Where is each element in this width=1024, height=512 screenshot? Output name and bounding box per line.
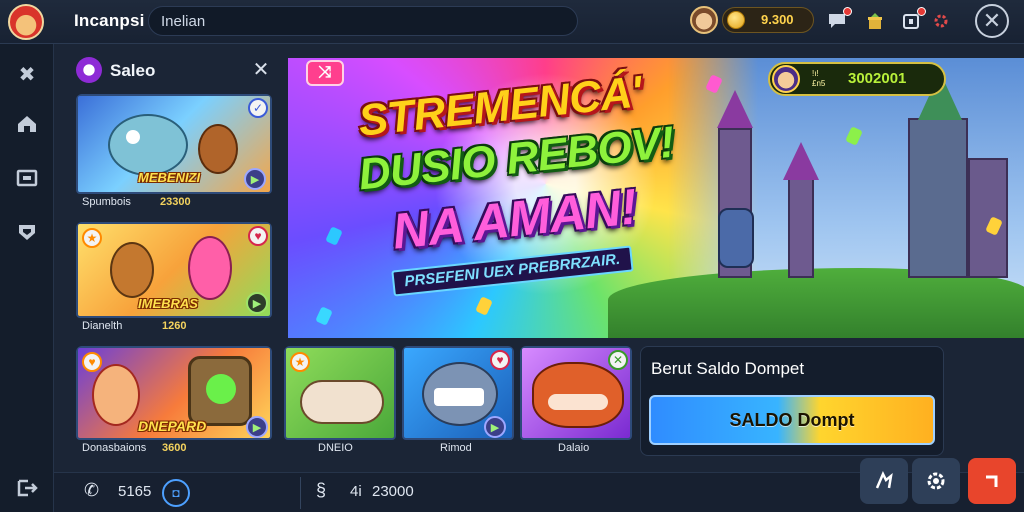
gear-icon[interactable]: [912, 458, 960, 504]
game-card[interactable]: ✕ Dalaio: [520, 346, 632, 456]
favorite-icon[interactable]: ♥: [490, 350, 510, 370]
castle-roof: [783, 142, 819, 180]
gem-icon: [475, 296, 493, 316]
game-title-art: IMEBRAS: [138, 296, 198, 311]
search-input[interactable]: [148, 6, 578, 36]
game-artwork: ♥ ▶: [402, 346, 514, 440]
logout-icon[interactable]: [968, 458, 1016, 504]
play-icon[interactable]: ▶: [246, 416, 268, 438]
gem-icon: [315, 306, 333, 326]
exit-icon[interactable]: [11, 472, 43, 504]
coin-icon: [727, 11, 745, 29]
play-icon[interactable]: ▶: [246, 292, 268, 314]
avatar: [772, 65, 800, 93]
game-name: Spumbois: [82, 196, 131, 208]
app-logo[interactable]: [8, 4, 44, 40]
share-icon[interactable]: [860, 458, 908, 504]
sale-panel: Saleo ✕ MEBENIZI ✓ ▶ Spumbois 23300 IMEB…: [64, 52, 280, 336]
panel-title: Saleo: [110, 61, 156, 80]
game-name: DNEIO: [318, 442, 353, 454]
bottom-left-value: 5165: [118, 483, 152, 500]
favorite-icon[interactable]: ★: [290, 352, 310, 372]
game-title-art: MEBENIZI: [138, 170, 201, 185]
castle-tower: [908, 118, 968, 278]
game-artwork: ★: [284, 346, 396, 440]
game-card[interactable]: ★ DNEIO: [284, 346, 396, 456]
game-artwork: DNEPARD ♥ ▶: [76, 346, 272, 440]
hero-banner[interactable]: ⤨ STREMENCÁ' DUSIO REBOV! NA AMAN! PRSEF…: [288, 58, 1024, 338]
jackpot-pill[interactable]: ǃıǃ £n5 3002001: [768, 62, 946, 96]
game-artwork: MEBENIZI ✓ ▶: [76, 94, 272, 194]
record-icon[interactable]: ◘: [162, 479, 190, 507]
game-value: 1260: [162, 320, 187, 332]
home-icon[interactable]: [11, 108, 43, 140]
game-card[interactable]: DNEPARD ♥ ▶ Donasbaions 3600: [76, 346, 272, 456]
game-name: Rimod: [440, 442, 472, 454]
top-bar: Incanpsi 9.300 ✕: [0, 0, 1024, 44]
game-card[interactable]: MEBENIZI ✓ ▶ Spumbois 23300: [76, 94, 272, 212]
castle-tower: [788, 178, 814, 278]
coin-balance[interactable]: 9.300: [722, 7, 814, 33]
game-name: Dianelth: [82, 320, 123, 332]
hero-ground: [608, 268, 1024, 338]
jackpot-label-bottom: £n5: [812, 79, 826, 88]
close-icon[interactable]: ✕: [975, 4, 1009, 38]
favorite-icon[interactable]: ♥: [82, 352, 102, 372]
gift-icon[interactable]: [862, 8, 888, 34]
promo-title: Berut Saldo Dompet: [651, 359, 805, 378]
left-rail: ✖: [0, 44, 54, 512]
game-value: 3600: [162, 442, 187, 454]
crossed-tools-icon[interactable]: ✖: [11, 58, 43, 90]
app-title: Incanpsi: [74, 11, 145, 30]
wallet-icon[interactable]: [898, 7, 926, 34]
settings-icon[interactable]: [928, 8, 954, 34]
jackpot-label-top: ǃıǃ: [812, 69, 819, 78]
panel-logo-icon: [76, 57, 102, 83]
shield-icon[interactable]: [11, 216, 43, 248]
avatar[interactable]: [690, 6, 718, 34]
notification-dot: [917, 7, 926, 16]
bottom-middle-label: 4i: [350, 483, 362, 500]
shuffle-icon[interactable]: ⤨: [306, 60, 344, 86]
game-artwork: IMEBRAS ★ ♥ ▶: [76, 222, 272, 318]
play-icon[interactable]: ▶: [244, 168, 266, 190]
jackpot-value: 3002001: [848, 70, 907, 87]
coin-value: 9.300: [761, 12, 794, 27]
wallet-promo: Berut Saldo Dompet SALDO Dompt: [640, 346, 944, 456]
wallet-balance-button[interactable]: SALDO Dompt: [649, 395, 935, 445]
close-icon[interactable]: ✕: [608, 350, 628, 370]
game-value: 23300: [160, 196, 191, 208]
game-name: Donasbaions: [82, 442, 147, 454]
section-icon[interactable]: §: [316, 480, 326, 501]
phone-icon[interactable]: ✆: [84, 480, 99, 501]
favorite-icon[interactable]: ♥: [248, 226, 268, 246]
game-name: Dalaio: [558, 442, 590, 454]
play-icon[interactable]: ▶: [484, 416, 506, 438]
chat-icon[interactable]: [824, 7, 852, 34]
favorite-icon[interactable]: ✓: [248, 98, 268, 118]
castle-tower: [968, 158, 1008, 278]
divider: [300, 477, 301, 509]
gem-icon: [325, 226, 343, 246]
screen-icon[interactable]: [11, 162, 43, 194]
game-title-art: DNEPARD: [138, 418, 207, 434]
game-artwork: ✕: [520, 346, 632, 440]
favorite-icon[interactable]: ★: [82, 228, 102, 248]
game-card[interactable]: ♥ ▶ Rimod: [402, 346, 514, 456]
castle-roof: [717, 90, 753, 128]
notification-dot: [843, 7, 852, 16]
hero-character: [718, 208, 754, 268]
game-card[interactable]: IMEBRAS ★ ♥ ▶ Dianelth 1260: [76, 222, 272, 334]
bottom-middle-value: 23000: [372, 483, 414, 500]
close-icon[interactable]: ✕: [250, 58, 272, 81]
